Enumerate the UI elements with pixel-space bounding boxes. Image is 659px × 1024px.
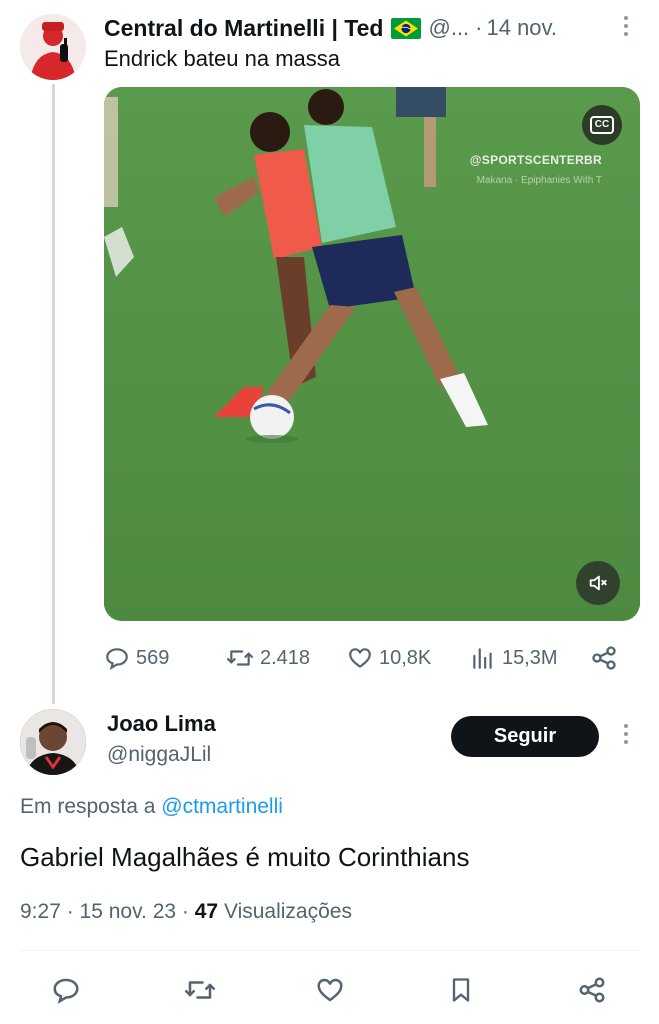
tweet-header: Central do Martinelli | Ted @... · 14 no… <box>104 12 639 44</box>
reply-icon <box>53 978 79 1004</box>
views-label: Visualizações <box>223 900 352 923</box>
author-handle[interactable]: @niggaJLil <box>107 743 211 767</box>
repost-count: 2.418 <box>260 646 311 669</box>
views-icon <box>473 648 492 669</box>
like-button[interactable] <box>312 972 348 1008</box>
more-icon[interactable] <box>623 16 629 40</box>
reply-mention-link[interactable]: @ctmartinelli <box>161 795 283 818</box>
video-player[interactable]: CC @SPORTSCENTERBR Makana · Epiphanies W… <box>104 87 640 621</box>
repost-icon <box>185 981 215 999</box>
cc-icon[interactable]: CC <box>582 105 622 145</box>
share-button[interactable] <box>590 644 624 672</box>
tweet-actions: 569 2.418 10,8K 15,3M <box>104 640 624 676</box>
like-icon <box>349 648 371 668</box>
avatar[interactable] <box>20 14 86 80</box>
author-name[interactable]: Central do Martinelli | Ted <box>104 15 383 42</box>
author-name[interactable]: Joao Lima <box>107 711 216 737</box>
author-handle[interactable]: @... <box>428 15 469 41</box>
video-watermark-subtitle: Makana · Epiphanies With T <box>476 175 602 186</box>
mute-icon[interactable] <box>576 561 620 605</box>
divider <box>20 950 639 951</box>
reply-button[interactable] <box>48 972 84 1008</box>
bookmark-icon <box>452 978 470 1002</box>
like-button[interactable]: 10,8K <box>347 645 431 671</box>
thread-connector-line <box>52 84 55 704</box>
views-count: 47 <box>194 900 219 923</box>
separator-dot: · <box>475 15 483 40</box>
tweet-text: Gabriel Magalhães é muito Corinthians <box>20 842 470 872</box>
reply-icon <box>106 648 128 671</box>
follow-button[interactable]: Seguir <box>451 716 599 757</box>
repost-icon <box>227 650 253 666</box>
share-icon <box>592 646 616 670</box>
share-button[interactable] <box>574 972 610 1008</box>
share-icon <box>579 977 605 1003</box>
repost-button[interactable] <box>182 972 218 1008</box>
tweet-meta: 9:27 · 15 nov. 23 · 47 Visualizações <box>20 900 352 923</box>
reply-prefix: Em resposta a <box>20 795 156 818</box>
reply-count: 569 <box>136 646 170 669</box>
tweet-date[interactable]: 14 nov. <box>486 15 557 41</box>
video-frame <box>104 87 640 621</box>
reply-context: Em resposta a @ctmartinelli <box>20 795 283 819</box>
tweet-date[interactable]: 15 nov. 23 <box>80 900 177 923</box>
views-count: 15,3M <box>502 646 558 669</box>
like-count: 10,8K <box>379 646 432 669</box>
views-button[interactable]: 15,3M <box>470 645 558 671</box>
tweet-actions-bar <box>0 968 659 1012</box>
brazil-flag-icon <box>391 17 422 39</box>
repost-button[interactable]: 2.418 <box>226 645 310 671</box>
video-watermark: @SPORTSCENTERBR <box>469 153 602 167</box>
tweet-time[interactable]: 9:27 <box>20 900 61 923</box>
reply-button[interactable]: 569 <box>104 645 169 671</box>
more-icon[interactable] <box>623 724 629 748</box>
like-icon <box>317 978 343 1002</box>
tweet-text: Endrick bateu na massa <box>104 46 341 71</box>
bookmark-button[interactable] <box>443 972 479 1008</box>
avatar[interactable] <box>20 709 86 775</box>
